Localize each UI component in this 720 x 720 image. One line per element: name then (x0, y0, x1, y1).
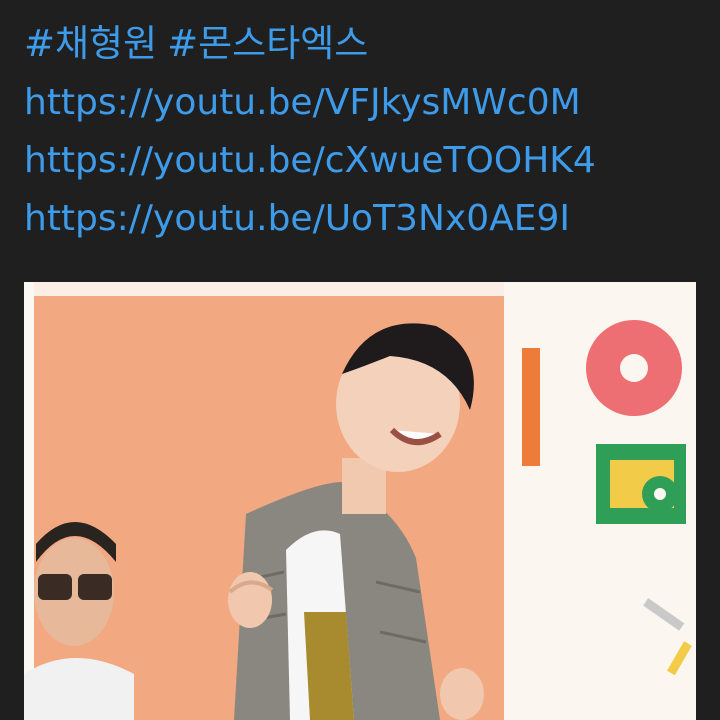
gif-image (24, 282, 696, 720)
youtube-link[interactable]: https://youtu.be/VFJkysMWc0M (24, 74, 704, 132)
media-preview[interactable] (24, 282, 696, 720)
hashtag-link[interactable]: #몬스타엑스 (167, 22, 368, 65)
youtube-link[interactable]: https://youtu.be/cXwueTOOHK4 (24, 132, 704, 190)
hashtag-link[interactable]: #채형원 (24, 22, 157, 65)
post-text: #채형원 #몬스타엑스 https://youtu.be/VFJkysMWc0M … (24, 14, 704, 248)
hashtag-row: #채형원 #몬스타엑스 (24, 14, 704, 74)
youtube-link[interactable]: https://youtu.be/UoT3Nx0AE9I (24, 190, 704, 248)
